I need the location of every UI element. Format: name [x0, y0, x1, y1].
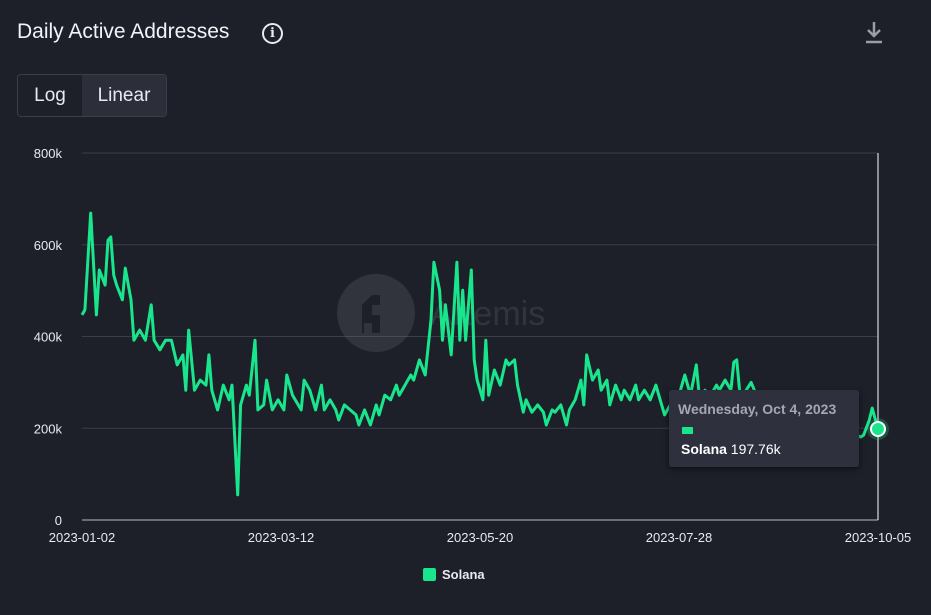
- tooltip: Wednesday, Oct 4, 2023 Solana 197.76k: [669, 390, 859, 467]
- hover-point[interactable]: [870, 421, 886, 437]
- y-tick-label: 200k: [34, 421, 63, 436]
- x-tick-label: 2023-10-05: [845, 530, 912, 545]
- line-chart[interactable]: 0200k400k600k800k Artemis 2023-01-02 2023…: [0, 0, 931, 615]
- x-tick-label: 2023-07-28: [646, 530, 713, 545]
- legend-item-solana[interactable]: Solana: [423, 567, 485, 582]
- y-tick-label: 800k: [34, 146, 63, 161]
- x-tick-label: 2023-01-02: [49, 530, 116, 545]
- legend-swatch: [423, 568, 436, 581]
- tooltip-date: Wednesday, Oct 4, 2023: [678, 401, 837, 417]
- y-tick-label: 0: [55, 513, 62, 528]
- y-tick-label: 400k: [34, 330, 63, 345]
- legend-label: Solana: [442, 567, 485, 582]
- tooltip-value: 197.76k: [730, 441, 781, 457]
- y-tick-label: 600k: [34, 238, 63, 253]
- x-tick-label: 2023-05-20: [447, 530, 514, 545]
- tooltip-series: Solana: [681, 441, 727, 457]
- x-tick-label: 2023-03-12: [248, 530, 315, 545]
- tooltip-swatch: [682, 427, 693, 434]
